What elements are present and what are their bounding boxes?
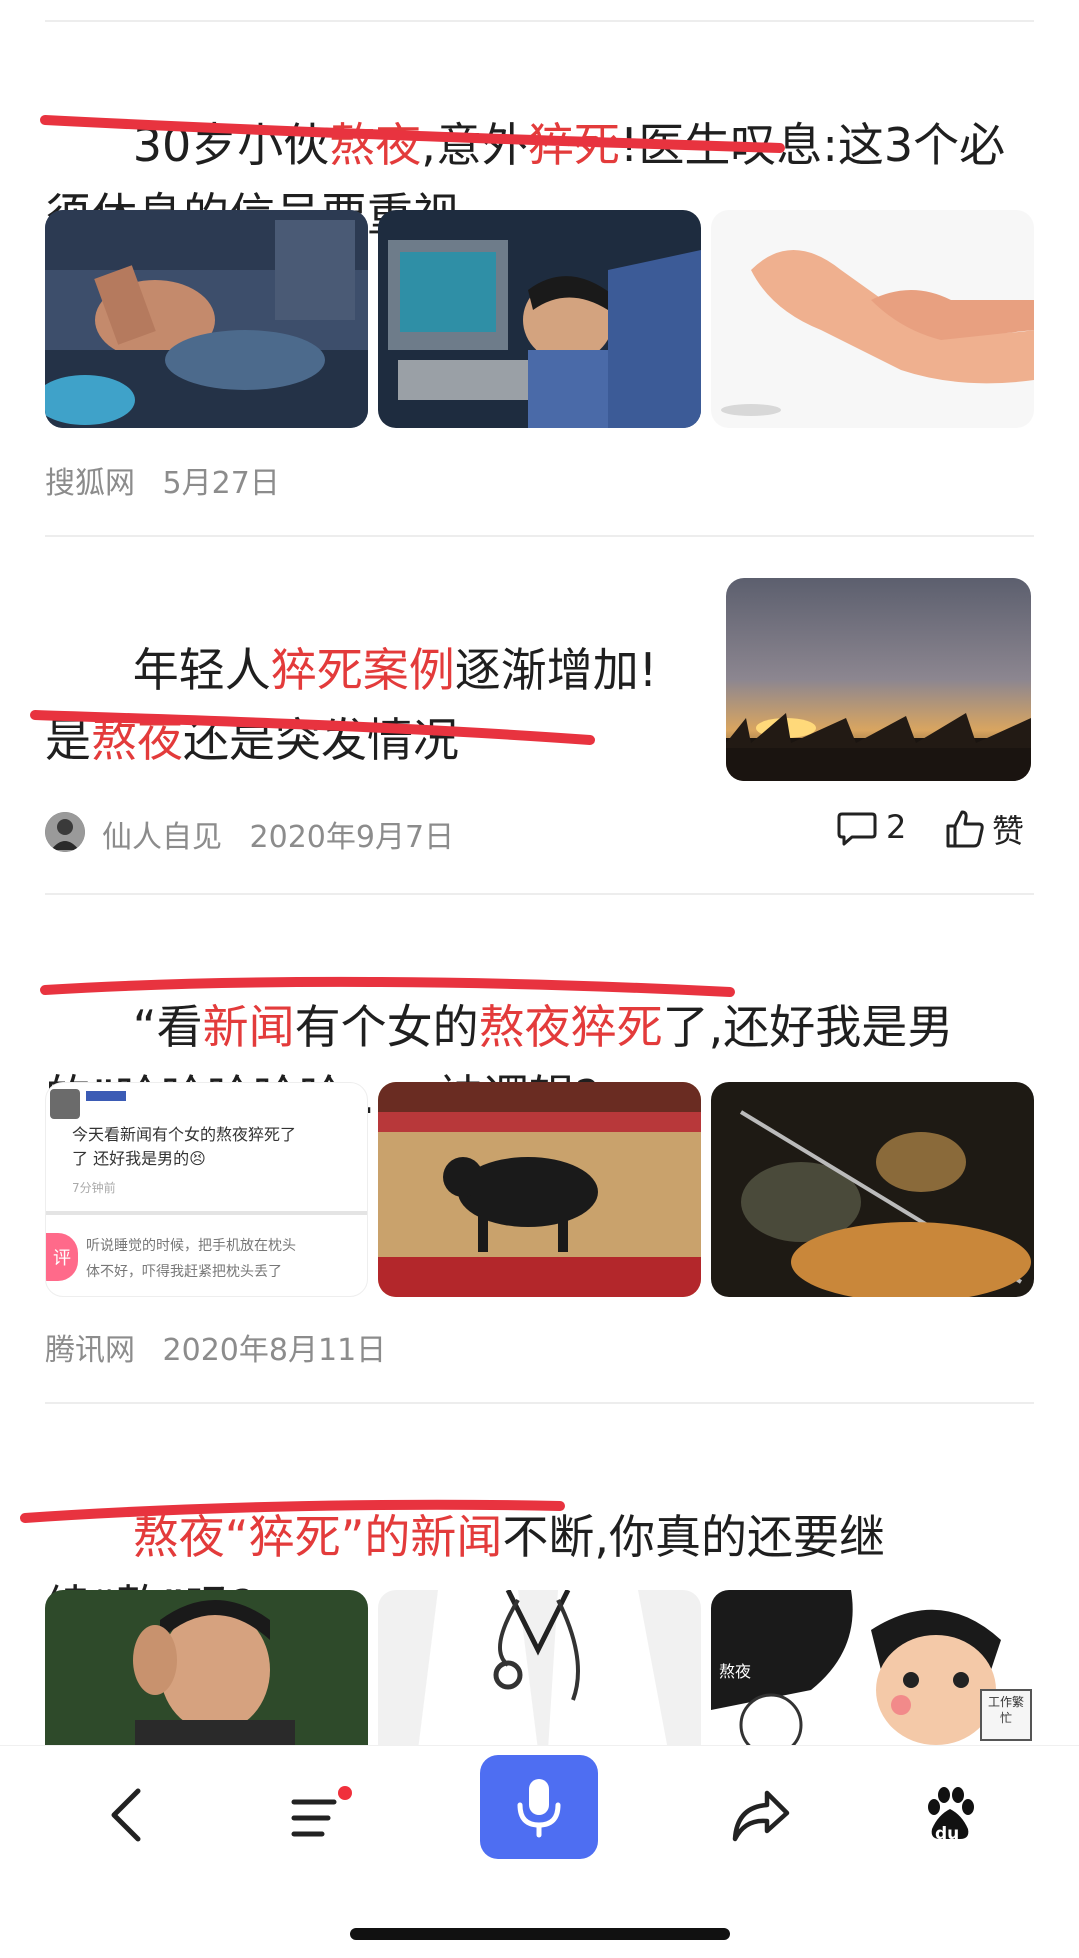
thumbnail-bull[interactable]: [378, 1082, 701, 1297]
notification-dot: [338, 1786, 352, 1800]
voice-search-button[interactable]: [480, 1755, 598, 1859]
handdrawn-underline: [30, 710, 595, 745]
publish-date: 2020年8月11日: [162, 1333, 387, 1368]
comment-badge: 评: [46, 1233, 78, 1281]
article-meta: 仙人自见 2020年9月7日: [102, 812, 454, 856]
screenshot-time: 7分钟前: [72, 1181, 116, 1195]
cartoon-tag: 工作繁忙: [987, 1695, 1024, 1725]
blurred-name: [86, 1091, 126, 1101]
divider: [46, 1211, 367, 1215]
back-button[interactable]: [72, 1760, 182, 1870]
thumbs-up-icon: [946, 810, 984, 848]
back-icon: [111, 1788, 141, 1842]
screenshot-text: 体不好，吓得我赶紧把枕头丢了: [86, 1264, 282, 1280]
source-name: 腾讯网: [45, 1333, 135, 1368]
source-name: 搜狐网: [45, 466, 135, 501]
comment-icon: [837, 812, 877, 846]
thumbnail-sunset[interactable]: [726, 578, 1031, 781]
thumbnail-sleeping-man[interactable]: [378, 210, 701, 428]
cartoon-label: 熬夜: [719, 1662, 752, 1681]
author-avatar[interactable]: [45, 812, 85, 852]
thumbnail-turtles[interactable]: [711, 1082, 1034, 1297]
divider: [45, 20, 1034, 22]
handdrawn-underline: [40, 115, 785, 153]
author-name[interactable]: 仙人自见: [102, 820, 222, 855]
baidu-logo-text: du: [935, 1824, 960, 1844]
handdrawn-underline: [20, 1499, 565, 1523]
thumbnail-doctor[interactable]: [378, 1590, 701, 1750]
screenshot-text: 今天看新闻有个女的熬夜猝死了: [72, 1125, 297, 1144]
thumbnail-wrist[interactable]: [711, 210, 1034, 428]
search-results-page: 30岁小伙熬夜,意外猝死!医生叹息:这3个必须休息的信号要重视: [0, 0, 1079, 1958]
divider: [45, 893, 1034, 895]
share-button[interactable]: [706, 1760, 816, 1870]
thumbnail-chat-screenshot[interactable]: 今天看新闻有个女的熬夜猝死了 了 还好我是男的😣 7分钟前 评 听说睡觉的时候，…: [45, 1082, 368, 1297]
like-label: 赞: [992, 812, 1025, 850]
publish-date: 2020年9月7日: [249, 820, 455, 855]
article-meta: 搜狐网 5月27日: [45, 458, 280, 502]
microphone-icon: [517, 1779, 561, 1838]
menu-button[interactable]: [262, 1760, 372, 1870]
home-indicator[interactable]: [350, 1928, 730, 1940]
thumbnail-cartoon[interactable]: 熬夜 工作繁忙: [711, 1590, 1034, 1750]
handdrawn-underline: [40, 976, 735, 997]
divider: [45, 1402, 1034, 1404]
share-icon: [732, 1790, 790, 1842]
thumbnail-tired-man[interactable]: [45, 1590, 368, 1750]
article-meta: 腾讯网 2020年8月11日: [45, 1325, 386, 1369]
avatar-icon: [45, 812, 85, 852]
baidu-home-button[interactable]: du: [895, 1760, 1005, 1870]
avatar: [50, 1089, 80, 1119]
comment-count: 2: [886, 808, 907, 846]
thumbnail-cpr[interactable]: [45, 210, 368, 428]
publish-date: 5月27日: [162, 466, 280, 501]
divider: [45, 535, 1034, 537]
like-button[interactable]: 赞: [944, 806, 1024, 852]
comment-button[interactable]: 2: [836, 806, 906, 848]
screenshot-text: 了 还好我是男的😣: [72, 1149, 206, 1168]
screenshot-text: 听说睡觉的时候，把手机放在枕头: [86, 1238, 296, 1254]
